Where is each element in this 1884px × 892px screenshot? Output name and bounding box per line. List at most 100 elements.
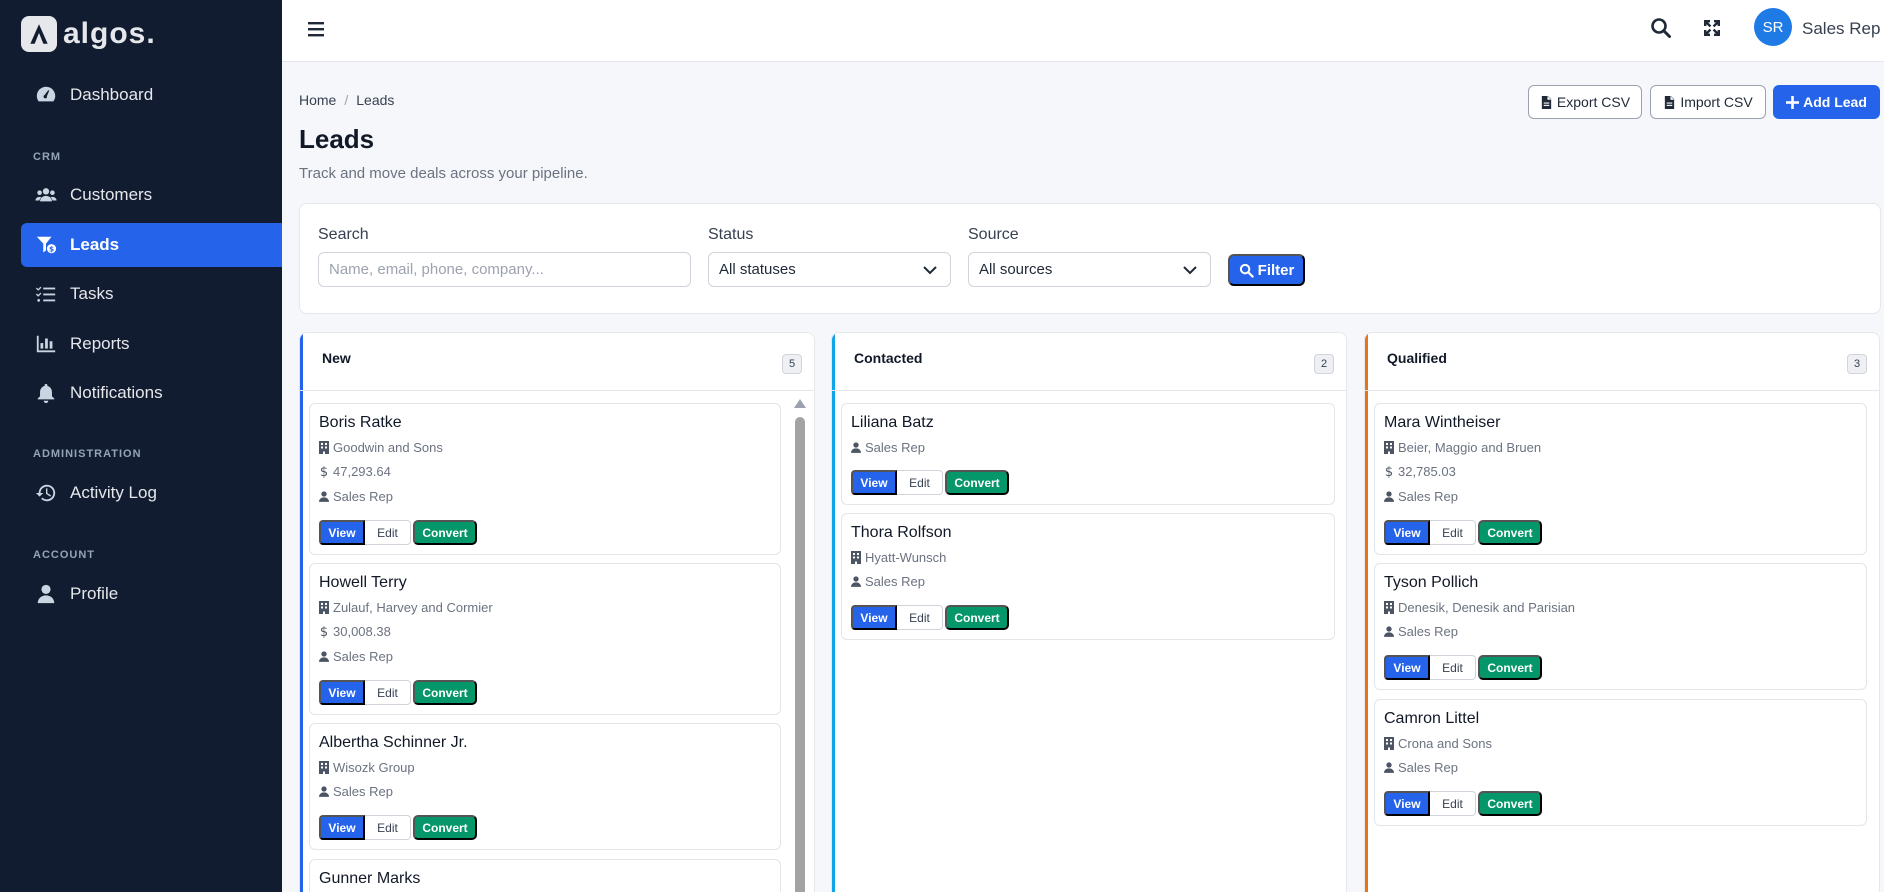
add-lead-button[interactable]: Add Lead [1773,85,1880,119]
gauge-icon [34,83,58,107]
breadcrumb: Home / Leads [299,92,394,108]
brand-logo[interactable]: algos. [0,0,282,68]
sidebar-item-reports[interactable]: Reports [21,322,282,366]
convert-button[interactable]: Convert [413,520,477,545]
lead-card[interactable]: Albertha Schinner Jr. Wisozk Group Sales… [309,723,781,850]
edit-button[interactable]: Edit [1430,655,1476,680]
fullscreen-icon[interactable] [1700,16,1724,40]
convert-button[interactable]: Convert [413,815,477,840]
user-icon [851,576,861,587]
sidebar-item-label: Tasks [70,284,114,303]
scroll-thumb[interactable] [795,417,805,892]
convert-button[interactable]: Convert [1478,520,1542,545]
convert-button[interactable]: Convert [413,680,477,705]
nav-section-administration: ADMINISTRATION [33,448,142,460]
lead-company: Zulauf, Harvey and Cormier [319,600,493,615]
convert-button[interactable]: Convert [1478,655,1542,680]
column-title: New [322,350,351,366]
view-button[interactable]: View [851,605,897,630]
view-button[interactable]: View [1384,520,1430,545]
users-icon [34,183,58,207]
source-label: Source [968,226,1019,243]
export-csv-button[interactable]: Export CSV [1528,85,1642,119]
export-csv-label: Export CSV [1556,94,1631,110]
lead-card[interactable]: Thora Rolfson Hyatt-Wunsch Sales Rep Vie… [841,513,1335,640]
convert-button[interactable]: Convert [1478,791,1542,816]
card-actions: View Edit Convert [319,680,477,705]
filter-button-label: Filter [1257,261,1295,279]
breadcrumb-home[interactable]: Home [299,92,336,108]
column-header: New 5 [300,333,814,391]
lead-card[interactable]: Mara Wintheiser Beier, Maggio and Bruen … [1374,403,1867,555]
lead-company: Goodwin and Sons [319,440,443,455]
building-icon [319,601,329,614]
file-import-icon [1665,95,1675,109]
topbar: SR Sales Rep [282,0,1884,62]
lead-card[interactable]: Boris Ratke Goodwin and Sons $47,293.64 … [309,403,781,555]
view-button[interactable]: View [319,520,365,545]
history-icon [34,481,58,505]
import-csv-button[interactable]: Import CSV [1650,85,1766,119]
column-header: Qualified 3 [1365,333,1879,391]
menu-toggle-icon[interactable] [306,18,328,40]
sidebar-item-dashboard[interactable]: Dashboard [21,73,282,117]
status-select[interactable]: All statuses [708,252,951,287]
brand-name: algos. [63,17,156,50]
edit-button[interactable]: Edit [365,815,411,840]
edit-button[interactable]: Edit [365,520,411,545]
lead-name: Tyson Pollich [1384,574,1479,591]
lead-card[interactable]: Liliana Batz Sales Rep View Edit Convert [841,403,1335,505]
building-icon [851,551,861,564]
search-icon[interactable] [1649,16,1673,40]
dollar-icon: $ [1385,465,1393,478]
edit-button[interactable]: Edit [1430,791,1476,816]
sidebar-item-label: Leads [70,235,120,254]
breadcrumb-current: Leads [356,92,395,108]
nav-section-account: ACCOUNT [33,549,95,561]
lead-card[interactable]: Camron Littel Crona and Sons Sales Rep V… [1374,699,1867,826]
convert-button[interactable]: Convert [945,605,1009,630]
sidebar-item-notifications[interactable]: Notifications [21,371,282,415]
status-select-value: All statuses [719,261,796,278]
lead-value: $47,293.64 [319,464,391,479]
user-icon [319,786,329,797]
edit-button[interactable]: Edit [1430,520,1476,545]
filter-button[interactable]: Filter [1228,254,1305,286]
scroll-up-arrow-icon[interactable] [794,399,806,408]
column-scrollbar[interactable] [794,399,806,892]
view-button[interactable]: View [319,815,365,840]
edit-button[interactable]: Edit [897,605,943,630]
lead-card[interactable]: Tyson Pollich Denesik, Denesik and Paris… [1374,563,1867,690]
lead-card[interactable]: Howell Terry Zulauf, Harvey and Cormier … [309,563,781,715]
sidebar-item-activity-log[interactable]: Activity Log [21,471,282,515]
view-button[interactable]: View [319,680,365,705]
lead-company: Beier, Maggio and Bruen [1384,440,1541,455]
lead-company: Denesik, Denesik and Parisian [1384,600,1575,615]
pipeline-column-new: New 5 Boris Ratke Goodwin and Sons $47,2… [299,332,815,892]
view-button[interactable]: View [1384,791,1430,816]
edit-button[interactable]: Edit [365,680,411,705]
sidebar: algos. Dashboard CRM Customers $ Leads T… [0,0,282,892]
user-icon [1384,491,1394,502]
svg-text:$: $ [320,465,328,478]
column-count-badge: 2 [1314,354,1334,374]
lead-name: Liliana Batz [851,414,934,431]
sidebar-item-leads[interactable]: $ Leads [21,223,282,267]
lead-card[interactable]: Gunner Marks [309,859,781,892]
sidebar-item-profile[interactable]: Profile [21,572,282,616]
user-icon [319,651,329,662]
sidebar-item-customers[interactable]: Customers [21,173,282,217]
search-input[interactable]: Name, email, phone, company... [318,252,691,287]
lead-owner: Sales Rep [1384,489,1458,504]
source-select[interactable]: All sources [968,252,1211,287]
edit-button[interactable]: Edit [897,470,943,495]
avatar[interactable]: SR [1754,8,1792,46]
sidebar-item-label: Profile [70,584,119,603]
svg-text:$: $ [49,244,54,253]
user-name[interactable]: Sales Rep [1802,19,1880,39]
sidebar-item-tasks[interactable]: Tasks [21,272,282,316]
convert-button[interactable]: Convert [945,470,1009,495]
view-button[interactable]: View [851,470,897,495]
building-icon [319,441,329,454]
view-button[interactable]: View [1384,655,1430,680]
